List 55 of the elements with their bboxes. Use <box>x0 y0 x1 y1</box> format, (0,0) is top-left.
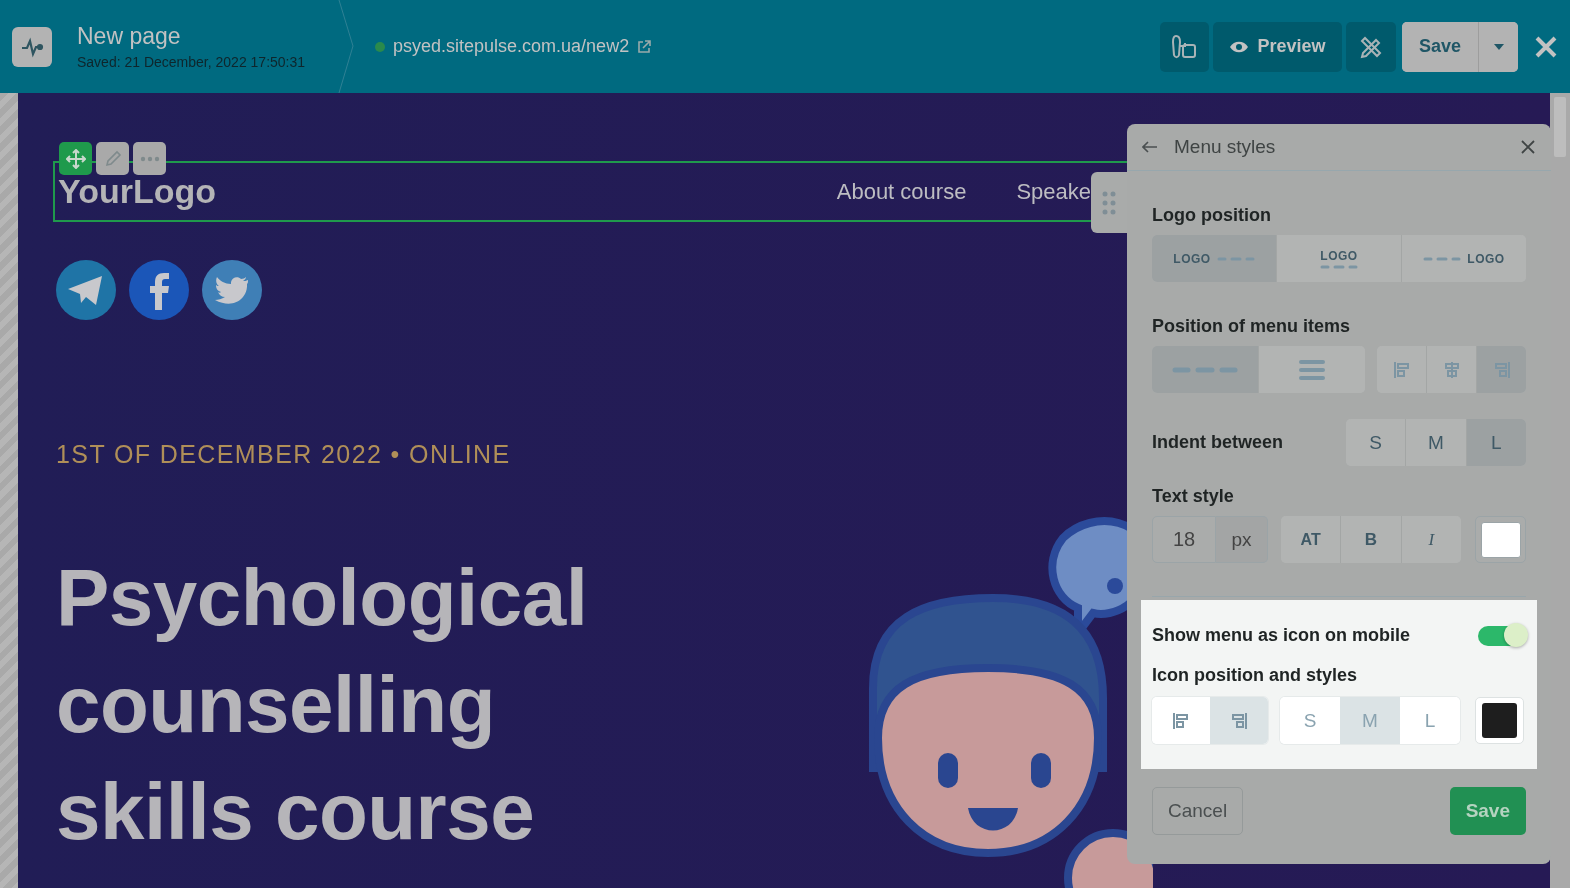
save-button[interactable]: Save <box>1449 787 1526 835</box>
section-label: Icon position and styles <box>1152 665 1358 685</box>
close-icon[interactable] <box>1534 34 1558 59</box>
icon-color-swatch[interactable] <box>1475 697 1524 744</box>
app-logo <box>12 26 52 67</box>
logo-position-option[interactable]: LOGO <box>1152 235 1276 282</box>
site-logo: YourLogo <box>58 172 216 211</box>
icon-position-option[interactable] <box>1210 697 1268 744</box>
external-link-icon[interactable] <box>637 39 652 54</box>
brush-and-square-icon <box>1171 32 1198 61</box>
align-right-icon <box>1492 360 1511 379</box>
more-icon[interactable] <box>133 142 166 175</box>
twitter-icon[interactable] <box>202 260 262 320</box>
facebook-icon[interactable] <box>129 260 189 320</box>
move-icon[interactable] <box>59 142 92 175</box>
back-arrow-icon[interactable] <box>1142 141 1158 153</box>
cancel-button[interactable]: Cancel <box>1152 787 1244 835</box>
nav-link[interactable]: Speake <box>1016 178 1091 205</box>
page-title: New page <box>77 23 182 50</box>
align-left-icon <box>1392 360 1411 379</box>
unit-label: px <box>1216 516 1268 563</box>
align-center-icon <box>1442 360 1461 379</box>
nav-link[interactable]: About course <box>836 178 967 205</box>
menu-icon <box>1299 359 1325 380</box>
page-url-link[interactable]: psyed.sitepulse.com.ua/new2 <box>393 36 630 57</box>
dash-line-icon <box>1216 256 1255 261</box>
dash-line-icon <box>1423 256 1462 261</box>
event-date: 1ST OF DECEMBER 2022 • ONLINE <box>56 440 511 469</box>
styles-button[interactable] <box>1159 21 1209 72</box>
align-right-icon <box>1230 711 1248 730</box>
caret-icon <box>1493 43 1504 50</box>
tools-button[interactable] <box>1345 21 1396 72</box>
dash-line-icon <box>1320 264 1358 269</box>
close-icon[interactable] <box>1520 139 1536 155</box>
preview-button[interactable]: Preview <box>1212 21 1342 72</box>
eye-icon <box>1229 39 1250 54</box>
drag-handle-icon[interactable] <box>1091 172 1127 233</box>
toggle-label: Show menu as icon on mobile <box>1152 625 1411 646</box>
panel-title: Menu styles <box>1174 136 1277 158</box>
icon-size-option[interactable]: M <box>1340 697 1400 744</box>
section-label: Text style <box>1152 486 1234 506</box>
font-size-field[interactable]: 18 <box>1152 516 1216 563</box>
mobile-menu-toggle[interactable] <box>1478 625 1526 646</box>
saved-timestamp: Saved: 21 December, 2022 17:50:31 <box>77 54 307 70</box>
edit-icon[interactable] <box>96 142 129 175</box>
dash-line-icon <box>1172 366 1238 373</box>
align-left-icon <box>1172 711 1190 730</box>
section-label: Position of menu items <box>1152 316 1351 336</box>
section-label: Logo position <box>1152 205 1271 225</box>
hero-headline: Psychological counselling skills course <box>56 552 588 858</box>
indent-option[interactable]: L <box>1465 419 1526 466</box>
save-options-dropdown[interactable] <box>1478 21 1518 72</box>
pencil-and-ruler-icon <box>1358 34 1383 59</box>
section-label: Indent between <box>1152 432 1283 453</box>
telegram-icon[interactable] <box>56 260 116 320</box>
